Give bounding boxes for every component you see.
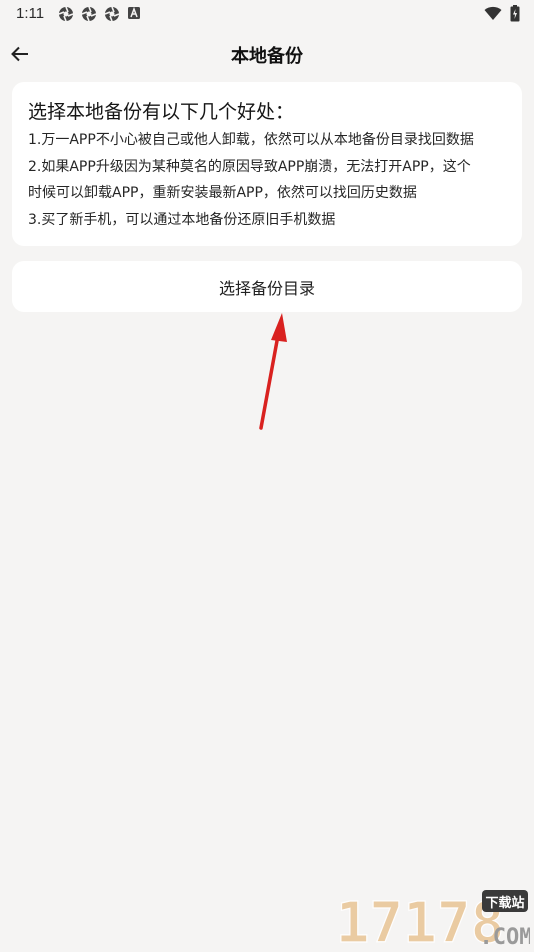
red-arrow-annotation (259, 313, 287, 430)
watermark-badge: 下载站 (485, 895, 524, 911)
site-watermark: 17178 下载站 .COM (320, 888, 532, 952)
watermark-suffix: .COM (480, 925, 530, 948)
